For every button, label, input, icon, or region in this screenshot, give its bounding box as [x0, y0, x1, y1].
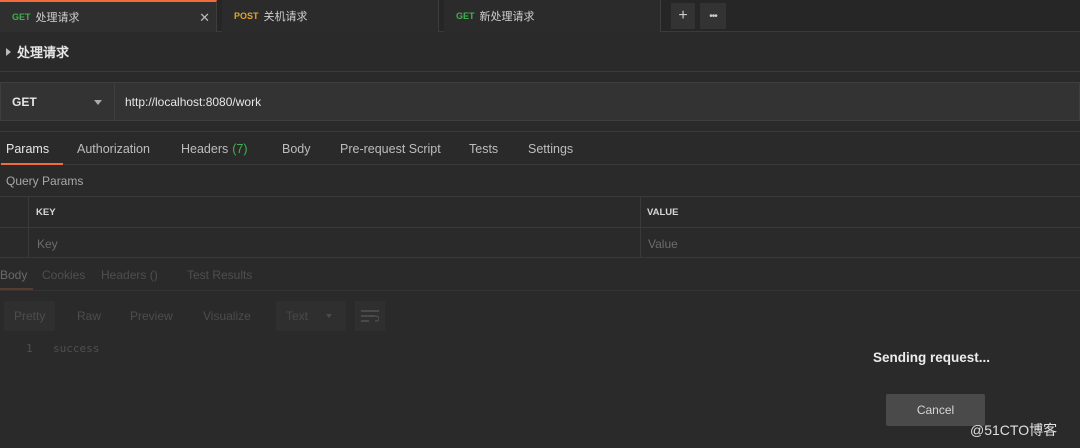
value-column-header: VALUE — [647, 207, 679, 218]
method-select[interactable]: GET — [0, 82, 115, 121]
tab-method: GET — [12, 12, 31, 22]
watermark: @51CTO博客 — [970, 422, 1058, 438]
button-label: Cancel — [916, 403, 955, 417]
response-tabs: Body Cookies Headers () Test Results — [0, 259, 1080, 291]
tab-label: Headers — [181, 141, 229, 156]
headers-count: (7) — [232, 141, 248, 156]
key-input[interactable]: Key — [37, 237, 58, 251]
format-select[interactable]: Text — [276, 301, 346, 331]
headers-count: () — [149, 268, 158, 282]
tab-title: 处理请求 — [35, 12, 80, 24]
format-value: Text — [286, 309, 309, 323]
tab-settings[interactable]: Settings — [528, 132, 573, 165]
tab-authorization[interactable]: Authorization — [77, 132, 150, 165]
method-value: GET — [12, 94, 37, 109]
tab-title: 关机请求 — [263, 11, 308, 23]
pretty-button[interactable]: Pretty — [4, 301, 56, 331]
wrap-lines-button[interactable] — [355, 301, 385, 331]
button-label: Raw — [77, 309, 102, 323]
request-name-text: 处理请求 — [17, 45, 70, 60]
more-icon: ••• — [709, 10, 717, 22]
tab-label: Params — [6, 141, 50, 156]
button-label: Pretty — [14, 309, 46, 323]
tab-label: Authorization — [77, 141, 150, 156]
response-tab-cookies[interactable]: Cookies — [42, 268, 85, 282]
tab-body[interactable]: Body — [282, 132, 311, 165]
params-table: KEY VALUE Key Value — [0, 196, 1080, 258]
tab-method: GET — [456, 11, 475, 21]
tab-headers[interactable]: Headers (7) — [181, 132, 248, 165]
value-input[interactable]: Value — [648, 237, 678, 251]
response-tab-test-results[interactable]: Test Results — [187, 268, 252, 282]
tab-title: 新处理请求 — [479, 11, 535, 23]
preview-button[interactable]: Preview — [130, 301, 173, 331]
tab-method: POST — [234, 11, 259, 21]
table-header-row — [0, 197, 1080, 228]
tab-label: Settings — [528, 141, 574, 156]
url-value: http://localhost:8080/work — [125, 94, 262, 109]
tab-params[interactable]: Params — [0, 132, 64, 165]
key-column-header: KEY — [36, 207, 56, 218]
query-params-title: Query Params — [6, 174, 84, 188]
tab-tests[interactable]: Tests — [469, 132, 498, 165]
wrap-lines-icon — [361, 310, 379, 322]
request-tab[interactable]: POST 关机请求 — [222, 0, 439, 32]
divider — [640, 197, 641, 258]
line-number: 1 — [26, 342, 33, 355]
tab-pre-request-script[interactable]: Pre-request Script — [340, 132, 441, 165]
close-icon[interactable]: ✕ — [199, 10, 210, 26]
chevron-down-icon — [326, 314, 332, 318]
tab-label: Headers — [101, 268, 147, 282]
divider — [0, 71, 1080, 72]
plus-icon: + — [678, 7, 688, 24]
tab-label: Tests — [469, 141, 499, 156]
button-label: Visualize — [203, 309, 251, 323]
caret-right-icon — [6, 47, 11, 56]
request-tab[interactable]: GET 处理请求 ✕ — [0, 0, 217, 32]
add-tab-button[interactable]: + — [671, 3, 695, 29]
more-tabs-button[interactable]: ••• — [700, 3, 726, 29]
response-tab-body[interactable]: Body — [0, 268, 27, 282]
divider — [28, 197, 29, 258]
request-tab[interactable]: GET 新处理请求 — [444, 0, 661, 32]
tab-label: Pre-request Script — [340, 141, 441, 156]
sending-message: Sending request... — [873, 350, 991, 365]
active-tab-indicator — [0, 288, 33, 290]
tab-label: Body — [282, 141, 311, 156]
request-tabs: Params Authorization Headers (7) Body Pre… — [0, 131, 1080, 165]
chevron-down-icon — [94, 100, 102, 105]
button-label: Preview — [130, 309, 173, 323]
raw-button[interactable]: Raw — [77, 301, 101, 331]
response-text: success — [53, 342, 100, 355]
visualize-button[interactable]: Visualize — [203, 301, 251, 331]
tab-bar: GET 处理请求 ✕ POST 关机请求 GET 新处理请求 + ••• — [0, 0, 1080, 32]
request-name[interactable]: 处理请求 — [6, 42, 69, 61]
url-input[interactable]: http://localhost:8080/work — [115, 82, 1080, 121]
response-tab-headers[interactable]: Headers () — [101, 268, 158, 282]
